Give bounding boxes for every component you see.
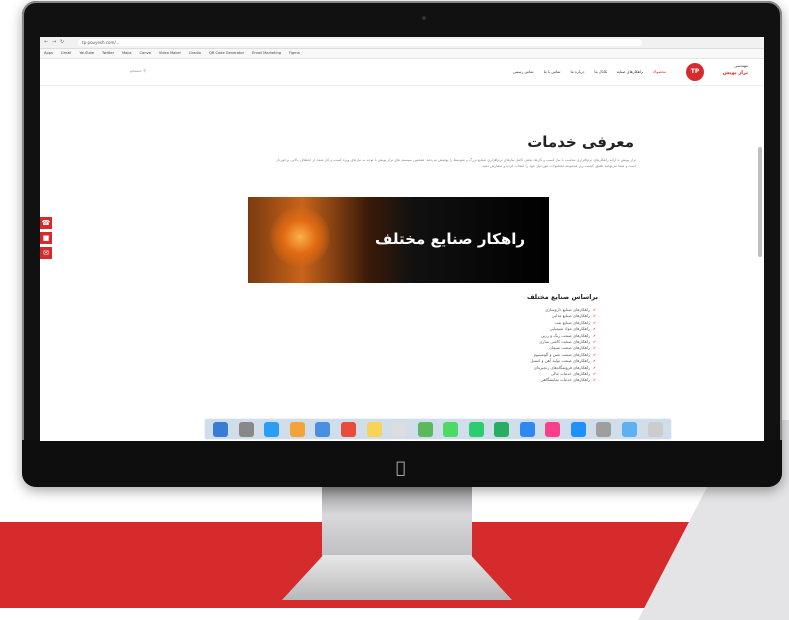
bookmark-item[interactable]: YouTube bbox=[79, 51, 94, 55]
side-contact-buttons: ☎ ■ ✉ bbox=[40, 217, 52, 262]
menu-item[interactable]: تماس با ما bbox=[544, 69, 561, 74]
menu-item[interactable]: راهکارهای صنایع bbox=[617, 69, 643, 74]
search-input[interactable]: جستجو ⚲ bbox=[130, 68, 146, 73]
main-menu: محصولات راهکارهای صنایع کانال ما درباره ما ت… bbox=[503, 69, 666, 74]
list-item[interactable]: راهکارهای خدمات نمایشگاهی bbox=[530, 377, 596, 383]
scrollbar[interactable] bbox=[758, 147, 762, 257]
phone-icon[interactable]: ☎ bbox=[40, 217, 52, 229]
search-placeholder: جستجو bbox=[130, 68, 142, 73]
menu-item[interactable]: تماس رسمی bbox=[513, 69, 534, 74]
mail-app-icon[interactable] bbox=[315, 421, 331, 437]
facetime-icon[interactable] bbox=[468, 421, 484, 437]
finder-icon[interactable] bbox=[213, 421, 229, 437]
list-title: براساس صنایع مختلف bbox=[526, 293, 598, 301]
folder-icon[interactable] bbox=[622, 421, 638, 437]
messages-icon[interactable] bbox=[443, 421, 459, 437]
bookmark-item[interactable]: Video Maker bbox=[159, 51, 181, 55]
bookmark-item[interactable]: Email Marketing bbox=[252, 51, 281, 55]
bookmark-item[interactable]: Canva bbox=[140, 51, 151, 55]
safari-icon[interactable] bbox=[264, 421, 280, 437]
solutions-banner[interactable]: راهکار صنایع مختلف bbox=[248, 197, 549, 283]
browser-toolbar: ← → ↻ tp-pouyesh.com/... bbox=[40, 37, 764, 49]
menu-item[interactable]: محصولات bbox=[653, 69, 666, 74]
logo-line-1: مهندسی bbox=[734, 63, 748, 68]
intro-text: تراز پویش با ارائه راهکارهای نرم‌افزاری … bbox=[276, 158, 636, 168]
launchpad-icon[interactable] bbox=[238, 421, 254, 437]
back-icon[interactable]: ← bbox=[44, 39, 48, 45]
banner-text: راهکار صنایع مختلف bbox=[375, 230, 525, 248]
bookmark-item[interactable]: Figma bbox=[289, 51, 300, 55]
logo-badge: TP bbox=[686, 63, 704, 81]
appstore-icon[interactable] bbox=[570, 421, 586, 437]
numbers-icon[interactable] bbox=[494, 421, 510, 437]
notes-icon[interactable] bbox=[366, 421, 382, 437]
camera-icon bbox=[422, 16, 426, 20]
bookmark-item[interactable]: Twitter bbox=[102, 51, 114, 55]
bookmark-item[interactable]: Gmail bbox=[61, 51, 72, 55]
site-header: TP مهندسی تراز پویش محصولات راهکارهای صنا… bbox=[40, 59, 764, 86]
apple-logo-icon:  bbox=[396, 458, 406, 477]
monitor-stand-neck bbox=[322, 487, 472, 557]
industry-list: راهکارهای صنایع داروسازیراهکارهای صنایع … bbox=[530, 307, 596, 384]
maps-icon[interactable] bbox=[417, 421, 433, 437]
reminders-icon[interactable] bbox=[392, 421, 408, 437]
list-item[interactable]: راهکارهای صنعت تولید آهن و استیل bbox=[530, 358, 596, 364]
monitor-screen: ← → ↻ tp-pouyesh.com/... Apps Gmail YouTub… bbox=[40, 37, 764, 441]
chat-icon[interactable]: ■ bbox=[40, 232, 52, 244]
bookmark-item[interactable]: Maps bbox=[122, 51, 131, 55]
trash-icon[interactable] bbox=[647, 421, 663, 437]
menu-item[interactable]: درباره ما bbox=[570, 69, 584, 74]
photos-icon[interactable] bbox=[289, 421, 305, 437]
logo-line-2: تراز پویش bbox=[722, 70, 748, 76]
preferences-icon[interactable] bbox=[596, 421, 612, 437]
bookmarks-bar: Apps Gmail YouTube Twitter Maps Canva Video Ma… bbox=[40, 49, 764, 59]
mail-icon[interactable]: ✉ bbox=[40, 247, 52, 259]
bookmark-item[interactable]: Apps bbox=[44, 51, 53, 55]
address-bar[interactable]: tp-pouyesh.com/... bbox=[78, 39, 642, 46]
itunes-icon[interactable] bbox=[545, 421, 561, 437]
search-icon[interactable]: ⚲ bbox=[143, 68, 146, 73]
reload-icon[interactable]: ↻ bbox=[60, 39, 64, 45]
keynote-icon[interactable] bbox=[519, 421, 535, 437]
bookmark-item[interactable]: QR Code Generator bbox=[209, 51, 244, 55]
calendar-icon[interactable] bbox=[341, 421, 356, 437]
forward-icon[interactable]: → bbox=[52, 39, 56, 45]
bookmark-item[interactable]: Gradio bbox=[189, 51, 201, 55]
site-logo[interactable]: TP مهندسی تراز پویش bbox=[680, 62, 750, 82]
furnace-glow-image bbox=[270, 207, 330, 267]
macos-dock bbox=[204, 418, 672, 440]
menu-item[interactable]: کانال ما bbox=[594, 69, 607, 74]
page-title: معرفی خدمات bbox=[527, 133, 634, 151]
